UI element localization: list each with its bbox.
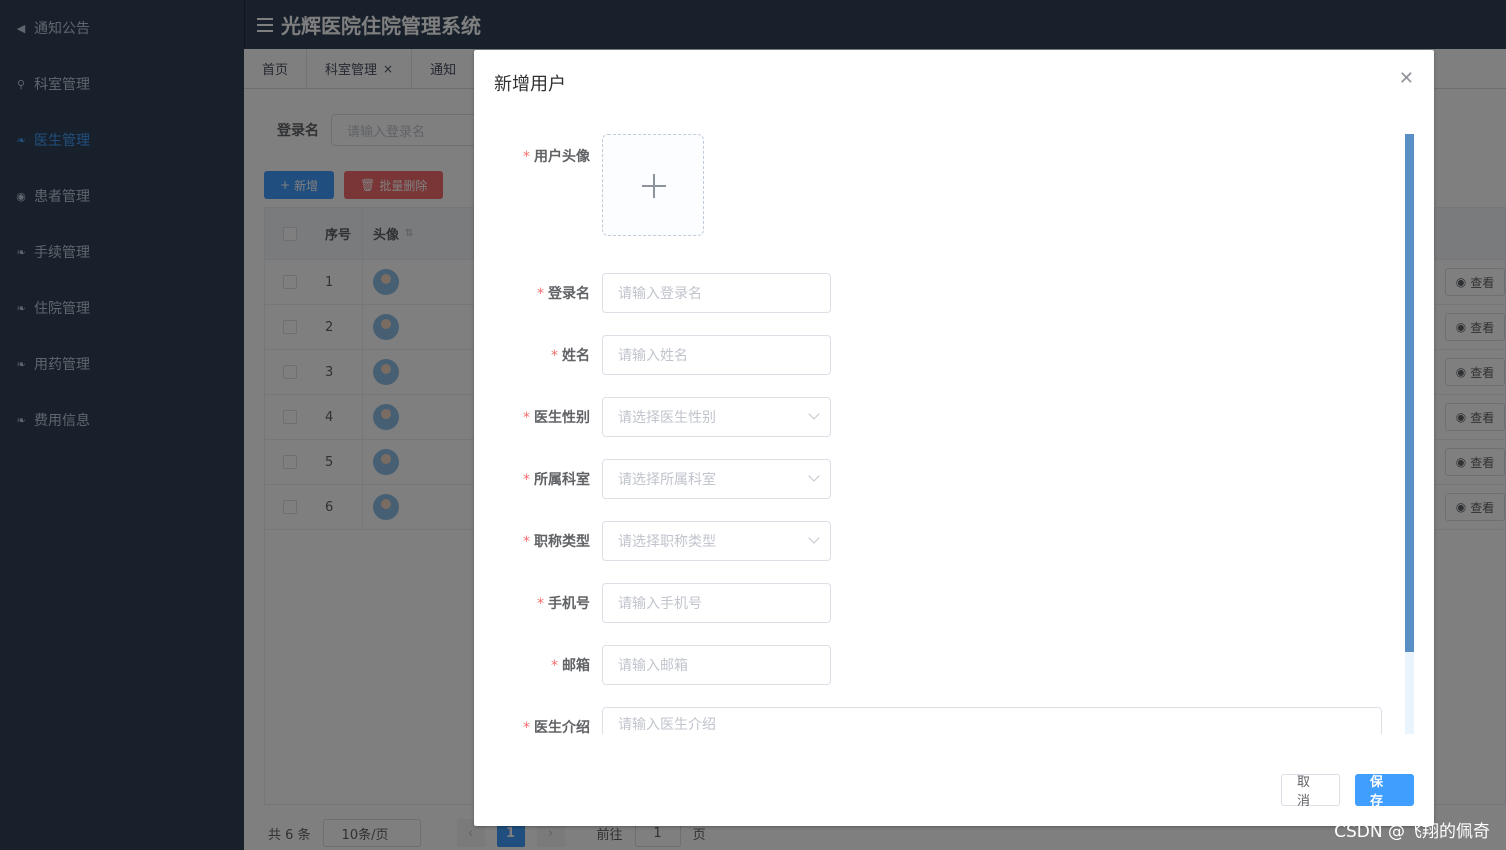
intro-textarea[interactable]: 请输入医生介绍 <box>602 707 1382 734</box>
required-mark: * <box>551 348 558 364</box>
add-user-dialog: 新增用户 ✕ * 用户头像 * 登录名 请输入登录名 * 姓名 请输入姓名 * 医生性别… <box>474 50 1434 826</box>
gender-select[interactable]: 请选择医生性别 <box>602 397 831 437</box>
form-item-name: * 姓名 请输入姓名 <box>474 335 831 375</box>
dept-label: 所属科室 <box>534 472 590 488</box>
chevron-down-icon <box>808 470 820 482</box>
email-input[interactable]: 请输入邮箱 <box>602 645 831 685</box>
required-mark: * <box>523 472 530 488</box>
chevron-down-icon <box>808 408 820 420</box>
department-select[interactable]: 请选择所属科室 <box>602 459 831 499</box>
form-label: * 所属科室 <box>474 469 602 489</box>
title-placeholder: 请选择职称类型 <box>618 534 716 550</box>
phone-input[interactable]: 请输入手机号 <box>602 583 831 623</box>
dialog-body: * 用户头像 * 登录名 请输入登录名 * 姓名 请输入姓名 * 医生性别 请选择医生性… <box>474 134 1414 734</box>
login-name-input[interactable]: 请输入登录名 <box>602 273 831 313</box>
form-item-title: * 职称类型 请选择职称类型 <box>474 521 831 561</box>
form-item-email: * 邮箱 请输入邮箱 <box>474 645 831 685</box>
required-mark: * <box>523 149 530 165</box>
avatar-uploader[interactable] <box>602 134 704 236</box>
form-label: * 医生性别 <box>474 407 602 427</box>
form-item-gender: * 医生性别 请选择医生性别 <box>474 397 831 437</box>
close-icon[interactable]: ✕ <box>1399 68 1414 89</box>
form-label: * 职称类型 <box>474 531 602 551</box>
title-label: 职称类型 <box>534 534 590 550</box>
form-item-dept: * 所属科室 请选择所属科室 <box>474 459 831 499</box>
required-mark: * <box>537 286 544 302</box>
job-title-select[interactable]: 请选择职称类型 <box>602 521 831 561</box>
cancel-button[interactable]: 取 消 <box>1281 774 1340 809</box>
required-mark: * <box>523 410 530 426</box>
form-item-intro: * 医生介绍 请输入医生介绍 <box>474 707 1382 734</box>
plus-icon-vertical <box>653 174 655 198</box>
required-mark: * <box>537 596 544 612</box>
form-label: * 邮箱 <box>474 655 602 675</box>
dialog-scrollbar[interactable] <box>1405 134 1414 734</box>
form-label: * 用户头像 <box>474 134 602 166</box>
required-mark: * <box>523 720 530 734</box>
form-label: * 手机号 <box>474 593 602 613</box>
avatar-label: 用户头像 <box>534 149 590 165</box>
chevron-down-icon <box>808 532 820 544</box>
login-label: 登录名 <box>548 286 590 302</box>
dialog-footer: 取 消 保 存 <box>1281 774 1414 809</box>
form-item-phone: * 手机号 请输入手机号 <box>474 583 831 623</box>
email-label: 邮箱 <box>562 658 590 674</box>
save-button[interactable]: 保 存 <box>1355 774 1414 809</box>
form-item-avatar: * 用户头像 <box>474 134 704 236</box>
watermark: CSDN @飞翔的佩奇 <box>1334 822 1490 842</box>
required-mark: * <box>523 534 530 550</box>
phone-label: 手机号 <box>548 596 590 612</box>
dept-placeholder: 请选择所属科室 <box>618 472 716 488</box>
required-mark: * <box>551 658 558 674</box>
name-input[interactable]: 请输入姓名 <box>602 335 831 375</box>
gender-placeholder: 请选择医生性别 <box>618 410 716 426</box>
form-item-login: * 登录名 请输入登录名 <box>474 273 831 313</box>
form-label: * 医生介绍 <box>474 707 602 734</box>
gender-label: 医生性别 <box>534 410 590 426</box>
intro-label: 医生介绍 <box>534 720 590 734</box>
dialog-title: 新增用户 <box>494 74 566 95</box>
name-label: 姓名 <box>562 348 590 364</box>
form-label: * 登录名 <box>474 283 602 303</box>
scrollbar-thumb[interactable] <box>1405 134 1414 652</box>
form-label: * 姓名 <box>474 345 602 365</box>
